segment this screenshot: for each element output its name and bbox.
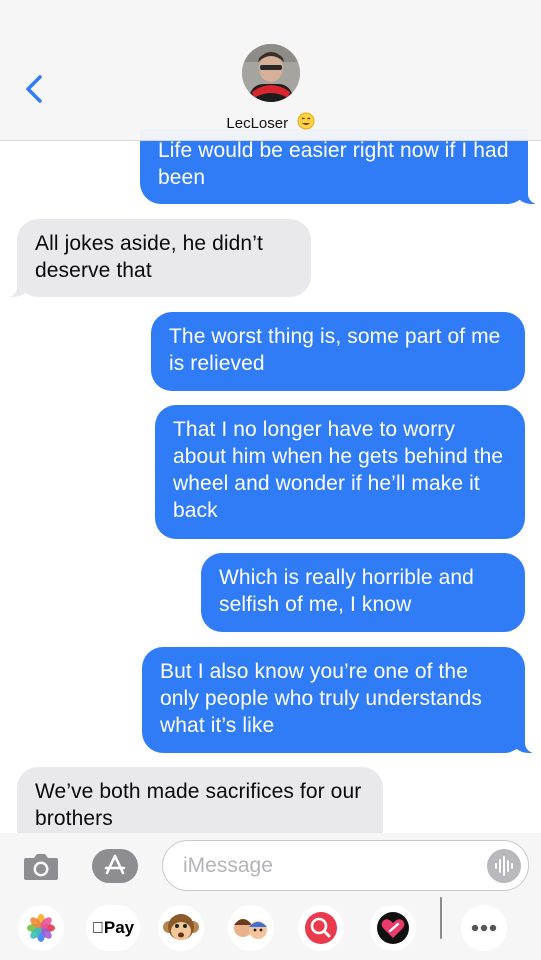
digital-touch-icon — [377, 912, 409, 944]
app-drawer-divider — [440, 897, 442, 939]
digital-touch-button[interactable] — [370, 905, 416, 951]
message-text: All jokes aside, he didn’t deserve that — [35, 232, 263, 282]
imessage-app-drawer: Pay — [0, 897, 541, 951]
waveform-icon — [495, 856, 513, 876]
message-input-field[interactable] — [162, 840, 529, 891]
contact-avatar[interactable] — [242, 44, 300, 102]
message-text: Life would be easier right now if I had … — [158, 139, 509, 189]
monkey-animoji-icon — [163, 914, 199, 940]
chevron-left-icon — [26, 75, 42, 103]
image-search-icon — [305, 912, 337, 944]
conversation-header: LecLoser — [0, 0, 541, 141]
back-button[interactable] — [22, 72, 46, 106]
composer-bar: Pay — [0, 833, 541, 960]
more-apps-button[interactable] — [461, 905, 507, 951]
photos-app-button[interactable] — [18, 905, 64, 951]
message-thread[interactable]: Life would be easier right now if I had … — [0, 0, 541, 960]
audio-message-button[interactable] — [487, 849, 521, 883]
message-text: But I also know you’re one of the only p… — [160, 660, 483, 737]
app-store-icon — [92, 849, 138, 883]
message-bubble-outgoing[interactable]: That I no longer have to worry about him… — [155, 405, 525, 539]
apple-pay-button[interactable]: Pay — [86, 905, 140, 951]
message-text: That I no longer have to worry about him… — [173, 418, 504, 522]
smiling-face-emoji-icon — [297, 112, 315, 135]
memoji-stickers-button[interactable] — [228, 905, 274, 951]
apple-pay-label: Pay — [97, 918, 134, 937]
camera-button[interactable] — [22, 849, 60, 883]
message-input[interactable] — [183, 851, 473, 881]
message-bubble-outgoing[interactable]: Which is really horrible and selfish of … — [201, 553, 525, 632]
more-apps-icon — [471, 924, 497, 932]
app-store-button[interactable] — [92, 849, 138, 883]
photos-icon — [27, 914, 55, 942]
apple-pay-icon: Pay — [92, 918, 134, 937]
message-bubble-outgoing[interactable]: The worst thing is, some part of me is r… — [151, 312, 525, 391]
message-text: Which is really horrible and selfish of … — [219, 566, 474, 616]
animoji-button[interactable] — [158, 905, 204, 951]
memoji-stickers-icon — [234, 919, 267, 939]
message-bubble-incoming[interactable]: All jokes aside, he didn’t deserve that — [0, 219, 311, 297]
contact-title[interactable]: LecLoser — [0, 112, 541, 135]
image-search-button[interactable] — [298, 905, 344, 951]
message-text: The worst thing is, some part of me is r… — [169, 325, 501, 375]
message-bubble-outgoing[interactable]: But I also know you’re one of the only p… — [142, 647, 541, 753]
message-text: We’ve both made sacrifices for our broth… — [35, 780, 362, 830]
camera-icon — [24, 854, 58, 880]
avatar-photo-icon — [242, 44, 300, 102]
contact-name: LecLoser — [226, 115, 289, 132]
